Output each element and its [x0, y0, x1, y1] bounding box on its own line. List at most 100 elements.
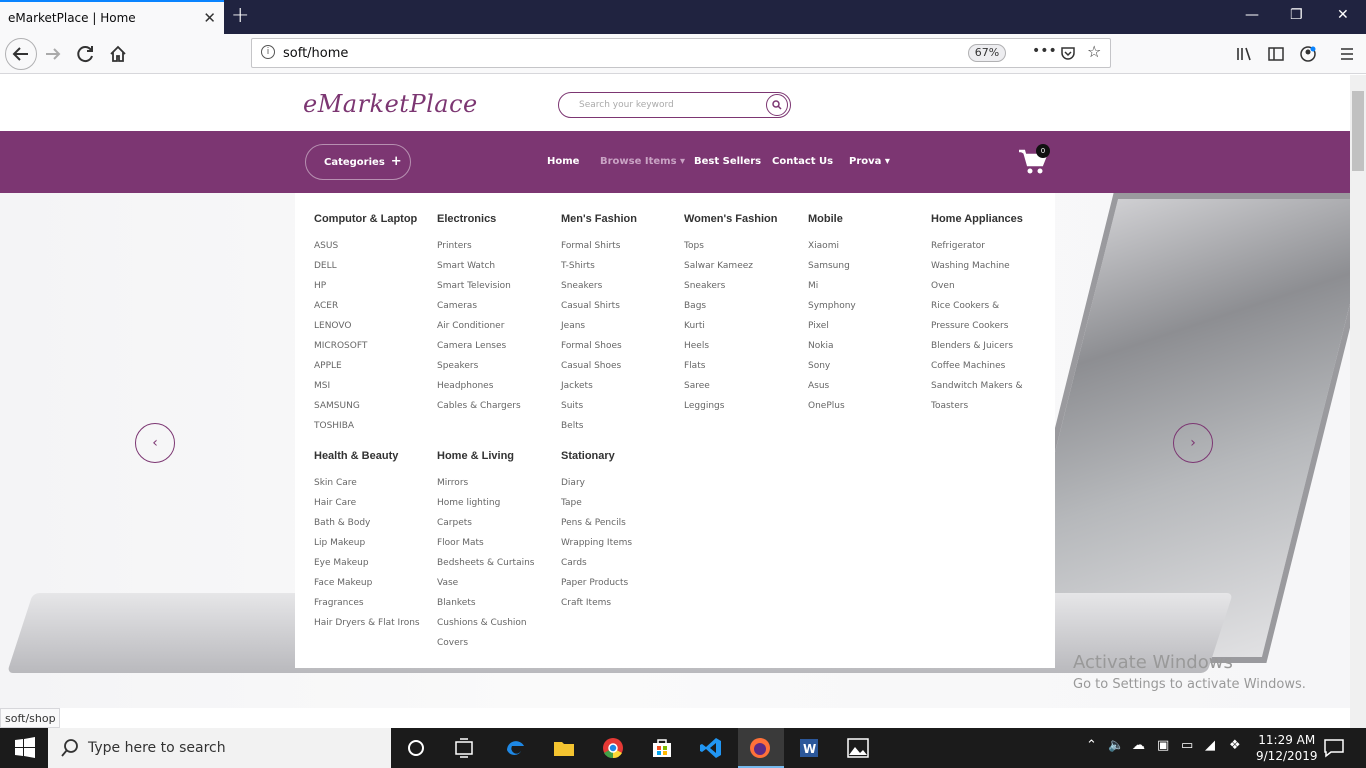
- menu-item[interactable]: Home lighting: [437, 497, 557, 517]
- reload-icon[interactable]: [76, 44, 96, 64]
- wifi-icon[interactable]: ◢: [1205, 738, 1215, 753]
- menu-item[interactable]: Rice Cookers &: [931, 300, 1051, 320]
- menu-item[interactable]: Salwar Kameez: [684, 260, 804, 280]
- menu-item[interactable]: ASUS: [314, 240, 434, 260]
- menu-item[interactable]: Lip Makeup: [314, 537, 434, 557]
- menu-item[interactable]: DELL: [314, 260, 434, 280]
- menu-item[interactable]: Pens & Pencils: [561, 517, 681, 537]
- site-search[interactable]: Search your keyword: [558, 92, 791, 118]
- menu-item[interactable]: Sneakers: [561, 280, 681, 300]
- menu-item[interactable]: Hair Dryers & Flat Irons: [314, 617, 434, 637]
- menu-item[interactable]: SAMSUNG: [314, 400, 434, 420]
- url-text[interactable]: soft/home: [283, 46, 348, 61]
- menu-item[interactable]: T-Shirts: [561, 260, 681, 280]
- menu-item[interactable]: Eye Makeup: [314, 557, 434, 577]
- zoom-level[interactable]: 67%: [968, 44, 1006, 62]
- column-title[interactable]: Health & Beauty: [314, 450, 434, 462]
- home-icon[interactable]: [108, 44, 128, 64]
- menu-item[interactable]: HP: [314, 280, 434, 300]
- search-input[interactable]: Search your keyword: [579, 100, 674, 110]
- windows-start-icon[interactable]: [13, 736, 37, 760]
- column-title[interactable]: Electronics: [437, 213, 557, 225]
- menu-item[interactable]: Toasters: [931, 400, 1051, 420]
- restore-icon[interactable]: ❐: [1290, 7, 1303, 23]
- column-title[interactable]: Men's Fashion: [561, 213, 681, 225]
- nav-browse-items[interactable]: Browse Items ▾: [600, 156, 685, 167]
- menu-item[interactable]: Washing Machine: [931, 260, 1051, 280]
- menu-item[interactable]: Bags: [684, 300, 804, 320]
- vscode-icon[interactable]: [699, 736, 723, 760]
- edge-icon[interactable]: [503, 736, 527, 760]
- site-logo[interactable]: eMarketPlace: [303, 90, 478, 118]
- menu-item[interactable]: Bath & Body: [314, 517, 434, 537]
- menu-item[interactable]: Carpets: [437, 517, 557, 537]
- menu-item[interactable]: Paper Products: [561, 577, 681, 597]
- menu-item[interactable]: Face Makeup: [314, 577, 434, 597]
- menu-item[interactable]: Smart Television: [437, 280, 557, 300]
- menu-item[interactable]: ACER: [314, 300, 434, 320]
- menu-item[interactable]: Cables & Chargers: [437, 400, 557, 420]
- notifications-icon[interactable]: [1322, 736, 1346, 760]
- menu-item[interactable]: Speakers: [437, 360, 557, 380]
- menu-item[interactable]: Pressure Cookers: [931, 320, 1051, 340]
- menu-item[interactable]: Casual Shoes: [561, 360, 681, 380]
- menu-item[interactable]: Tape: [561, 497, 681, 517]
- menu-item[interactable]: Flats: [684, 360, 804, 380]
- menu-item[interactable]: Cameras: [437, 300, 557, 320]
- page-scrollbar[interactable]: [1350, 75, 1366, 728]
- menu-item[interactable]: Blankets: [437, 597, 557, 617]
- minimize-icon[interactable]: —: [1245, 7, 1259, 23]
- show-hidden-icons-icon[interactable]: ⌃: [1086, 738, 1097, 753]
- menu-item[interactable]: Sony: [808, 360, 928, 380]
- menu-item[interactable]: TOSHIBA: [314, 420, 434, 440]
- column-title[interactable]: Home & Living: [437, 450, 557, 462]
- menu-item[interactable]: Air Conditioner: [437, 320, 557, 340]
- menu-item[interactable]: Refrigerator: [931, 240, 1051, 260]
- menu-item[interactable]: Jackets: [561, 380, 681, 400]
- device-icon[interactable]: ▣: [1157, 738, 1169, 753]
- menu-item[interactable]: Kurti: [684, 320, 804, 340]
- menu-item[interactable]: Heels: [684, 340, 804, 360]
- file-explorer-icon[interactable]: [552, 736, 576, 760]
- volume-icon[interactable]: 🔈: [1108, 738, 1124, 753]
- window-close-icon[interactable]: ✕: [1337, 7, 1349, 23]
- menu-item[interactable]: Headphones: [437, 380, 557, 400]
- menu-item[interactable]: Sandwitch Makers &: [931, 380, 1051, 400]
- account-icon[interactable]: [1299, 45, 1317, 63]
- menu-item[interactable]: Cards: [561, 557, 681, 577]
- slider-next-button[interactable]: ›: [1173, 423, 1213, 463]
- menu-item[interactable]: Oven: [931, 280, 1051, 300]
- categories-button[interactable]: Categories +: [305, 144, 411, 180]
- hamburger-menu-icon[interactable]: [1338, 45, 1356, 63]
- menu-item[interactable]: Smart Watch: [437, 260, 557, 280]
- menu-item[interactable]: Floor Mats: [437, 537, 557, 557]
- menu-item[interactable]: Fragrances: [314, 597, 434, 617]
- nav-best-sellers[interactable]: Best Sellers: [694, 156, 761, 167]
- pocket-icon[interactable]: [1060, 45, 1076, 61]
- menu-item[interactable]: Craft Items: [561, 597, 681, 617]
- menu-item[interactable]: Leggings: [684, 400, 804, 420]
- search-icon[interactable]: [766, 94, 788, 116]
- onedrive-icon[interactable]: ☁: [1132, 738, 1145, 753]
- menu-item[interactable]: Casual Shirts: [561, 300, 681, 320]
- firefox-icon[interactable]: [748, 736, 772, 760]
- menu-item[interactable]: Wrapping Items: [561, 537, 681, 557]
- menu-item[interactable]: Jeans: [561, 320, 681, 340]
- menu-item[interactable]: OnePlus: [808, 400, 928, 420]
- browser-tab[interactable]: eMarketPlace | Home ✕: [0, 0, 224, 34]
- column-title[interactable]: Women's Fashion: [684, 213, 804, 225]
- menu-item[interactable]: Hair Care: [314, 497, 434, 517]
- battery-icon[interactable]: ▭: [1181, 738, 1193, 753]
- menu-item[interactable]: Formal Shirts: [561, 240, 681, 260]
- menu-item[interactable]: Mirrors: [437, 477, 557, 497]
- menu-item[interactable]: Mi: [808, 280, 928, 300]
- word-icon[interactable]: W: [797, 736, 821, 760]
- nav-home[interactable]: Home: [547, 156, 579, 167]
- column-title[interactable]: Home Appliances: [931, 213, 1051, 225]
- slider-prev-button[interactable]: ‹: [135, 423, 175, 463]
- column-title[interactable]: Mobile: [808, 213, 928, 225]
- column-title[interactable]: Computor & Laptop: [314, 213, 434, 225]
- new-tab-icon[interactable]: +: [231, 3, 249, 28]
- menu-item[interactable]: Printers: [437, 240, 557, 260]
- menu-item[interactable]: Blenders & Juicers: [931, 340, 1051, 360]
